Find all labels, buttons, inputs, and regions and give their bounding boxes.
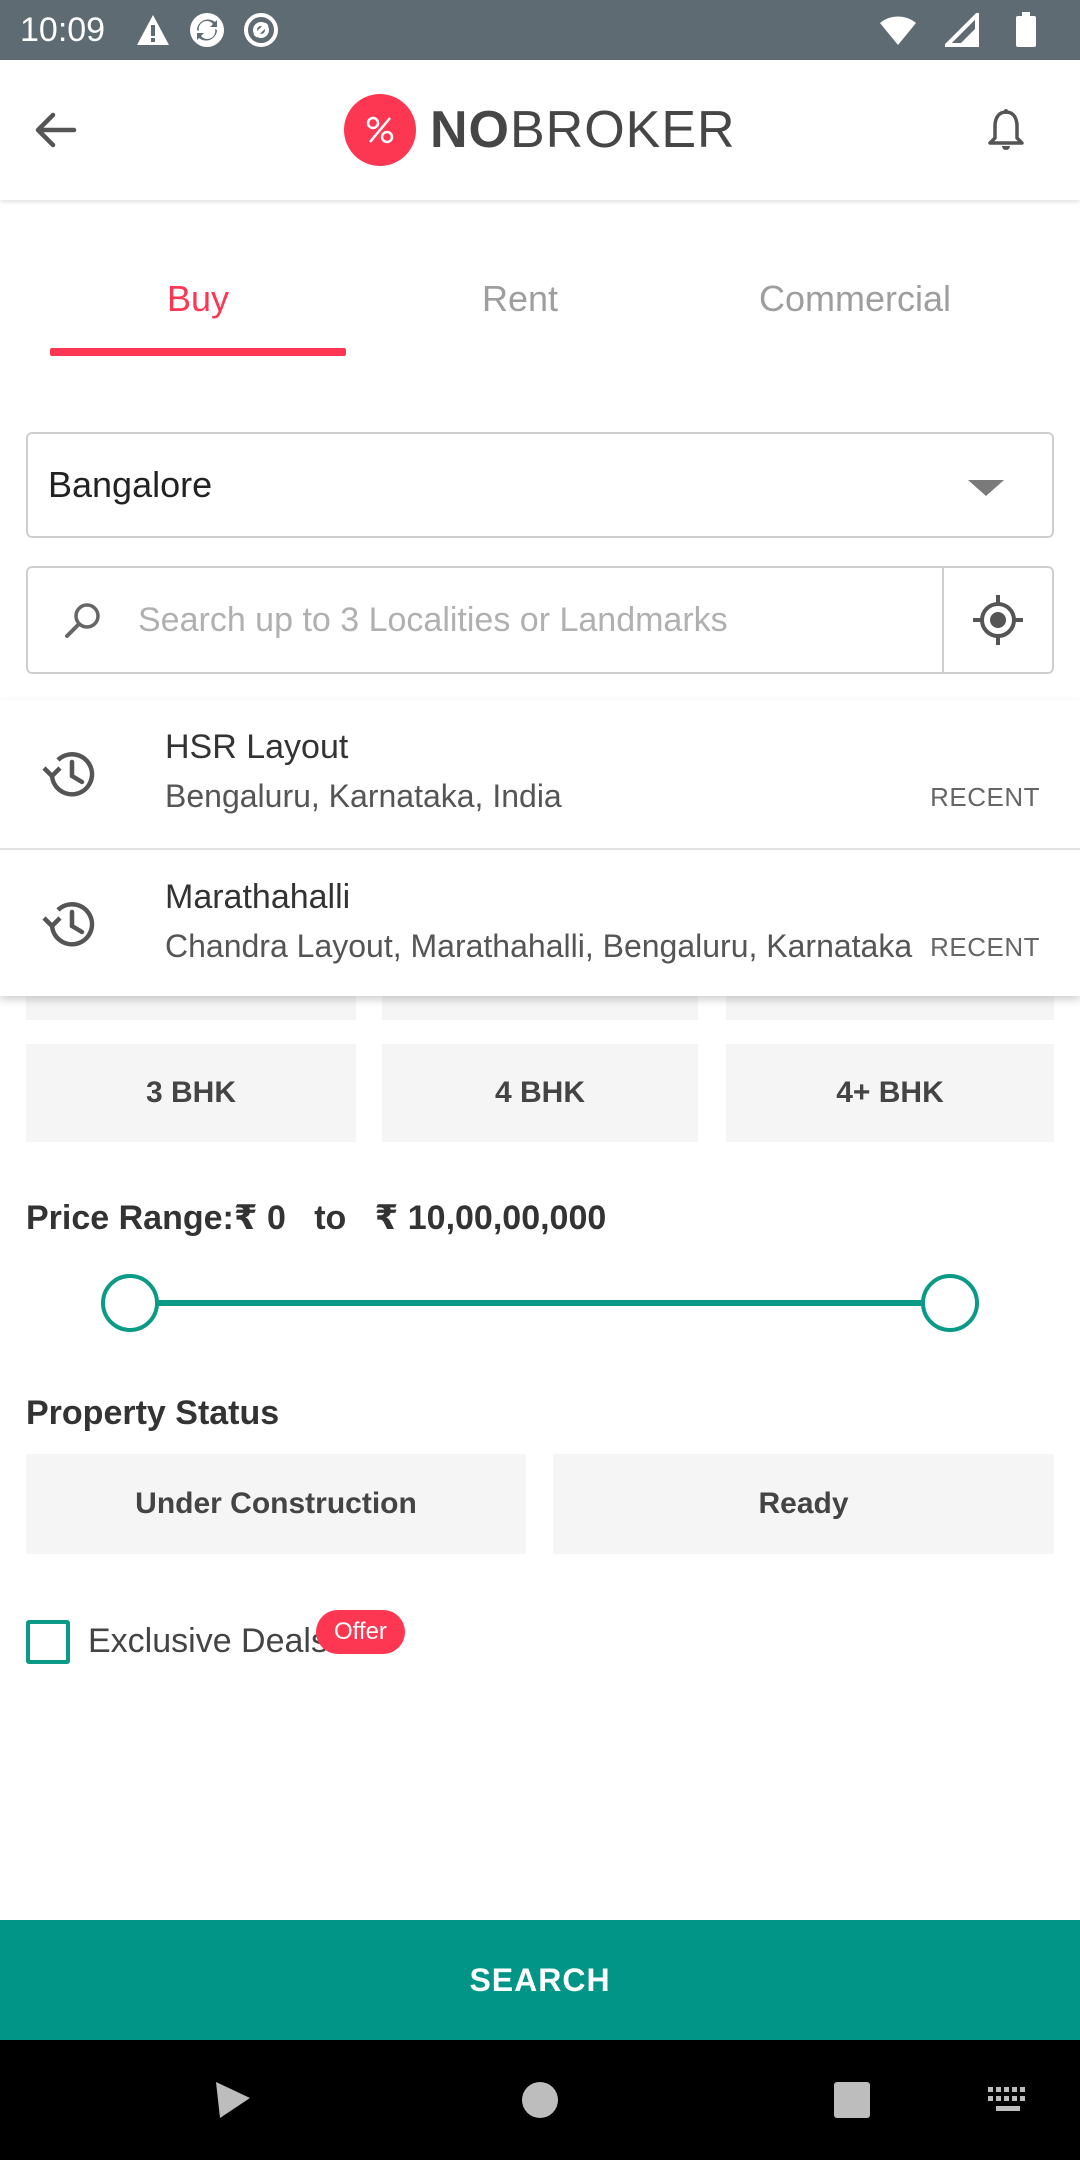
- price-slider-min-handle[interactable]: [101, 1274, 159, 1332]
- offer-badge: Offer: [316, 1610, 405, 1654]
- price-range-label: Price Range:₹ 0 to ₹ 10,00,00,000: [26, 1198, 606, 1238]
- status-time: 10:09: [20, 10, 106, 49]
- list-item[interactable]: Marathahalli Chandra Layout, Marathahall…: [0, 848, 1080, 996]
- nobroker-logo: NOBROKER: [344, 94, 736, 166]
- bhk-option-4-plus[interactable]: 4+ BHK: [726, 1044, 1054, 1142]
- dropdown-arrow-icon: [968, 480, 1004, 496]
- listing-type-tabs: Buy Rent Commercial: [0, 250, 1080, 356]
- status-under-construction[interactable]: Under Construction: [26, 1454, 526, 1554]
- tab-rent[interactable]: Rent: [390, 250, 650, 356]
- property-status-label: Property Status: [26, 1394, 280, 1432]
- signal-icon: [942, 10, 982, 50]
- price-range-title: Price Range:: [26, 1199, 234, 1237]
- logo-mark-icon: [344, 94, 416, 166]
- suggestion-subtitle: Chandra Layout, Marathahalli, Bengaluru,…: [165, 928, 913, 964]
- nav-keyboard-button[interactable]: [978, 2070, 1038, 2130]
- list-item[interactable]: HSR Layout Bengaluru, Karnataka, India R…: [0, 700, 1080, 848]
- search-icon: [28, 568, 138, 672]
- price-separator: to: [314, 1199, 347, 1237]
- back-button[interactable]: [26, 104, 86, 156]
- recent-tag: RECENT: [930, 932, 1040, 962]
- wifi-icon: [878, 10, 918, 50]
- logo-text-regular: BROKER: [510, 101, 736, 159]
- notification-button[interactable]: [980, 104, 1032, 156]
- gps-locate-icon: [973, 595, 1023, 645]
- logo-text-bold: NO: [430, 101, 510, 159]
- nav-recents-button[interactable]: [822, 2070, 882, 2130]
- app-bar: NOBROKER: [0, 60, 1080, 200]
- price-max: ₹ 10,00,00,000: [374, 1199, 607, 1237]
- exclusive-deals-checkbox[interactable]: [26, 1620, 70, 1664]
- status-bar: 10:09: [0, 0, 1080, 60]
- nav-back-icon: [216, 2082, 250, 2118]
- current-location-button[interactable]: [942, 568, 1052, 672]
- active-tab-indicator: [50, 348, 346, 356]
- battery-icon: [1006, 10, 1046, 50]
- sync-icon: [187, 10, 227, 50]
- locality-search-input[interactable]: [138, 568, 942, 672]
- city-dropdown[interactable]: Bangalore: [26, 432, 1054, 538]
- nav-home-button[interactable]: [510, 2070, 570, 2130]
- price-min: ₹ 0: [233, 1199, 286, 1237]
- nav-home-icon: [522, 2082, 558, 2118]
- locality-search-box: [26, 566, 1054, 674]
- tab-buy[interactable]: Buy: [50, 250, 346, 356]
- price-slider-max-handle[interactable]: [921, 1274, 979, 1332]
- history-icon: [42, 902, 95, 947]
- history-icon: [42, 752, 95, 797]
- suggestion-title: Marathahalli: [165, 878, 351, 916]
- bell-icon: [988, 109, 1024, 150]
- exclusive-deals-label: Exclusive Deals: [88, 1622, 328, 1660]
- bhk-option-4[interactable]: 4 BHK: [382, 1044, 698, 1142]
- price-slider-track[interactable]: [130, 1300, 950, 1306]
- status-ready[interactable]: Ready: [553, 1454, 1054, 1554]
- recent-tag: RECENT: [930, 782, 1040, 812]
- arrow-left-icon: [35, 112, 77, 148]
- tab-commercial[interactable]: Commercial: [700, 250, 1010, 356]
- city-value: Bangalore: [48, 464, 213, 505]
- alert-icon: [133, 10, 173, 50]
- search-button[interactable]: SEARCH: [0, 1920, 1080, 2040]
- logo-text: NOBROKER: [430, 100, 736, 160]
- keyboard-icon: [988, 2087, 1025, 2111]
- suggestion-subtitle: Bengaluru, Karnataka, India: [165, 778, 562, 814]
- nav-back-button[interactable]: [202, 2070, 262, 2130]
- bhk-option-3[interactable]: 3 BHK: [26, 1044, 356, 1142]
- at-icon: [241, 10, 281, 50]
- nav-recents-icon: [834, 2082, 870, 2118]
- system-nav-bar: [0, 2040, 1080, 2160]
- recent-suggestions-list: HSR Layout Bengaluru, Karnataka, India R…: [0, 700, 1080, 996]
- suggestion-title: HSR Layout: [165, 728, 349, 766]
